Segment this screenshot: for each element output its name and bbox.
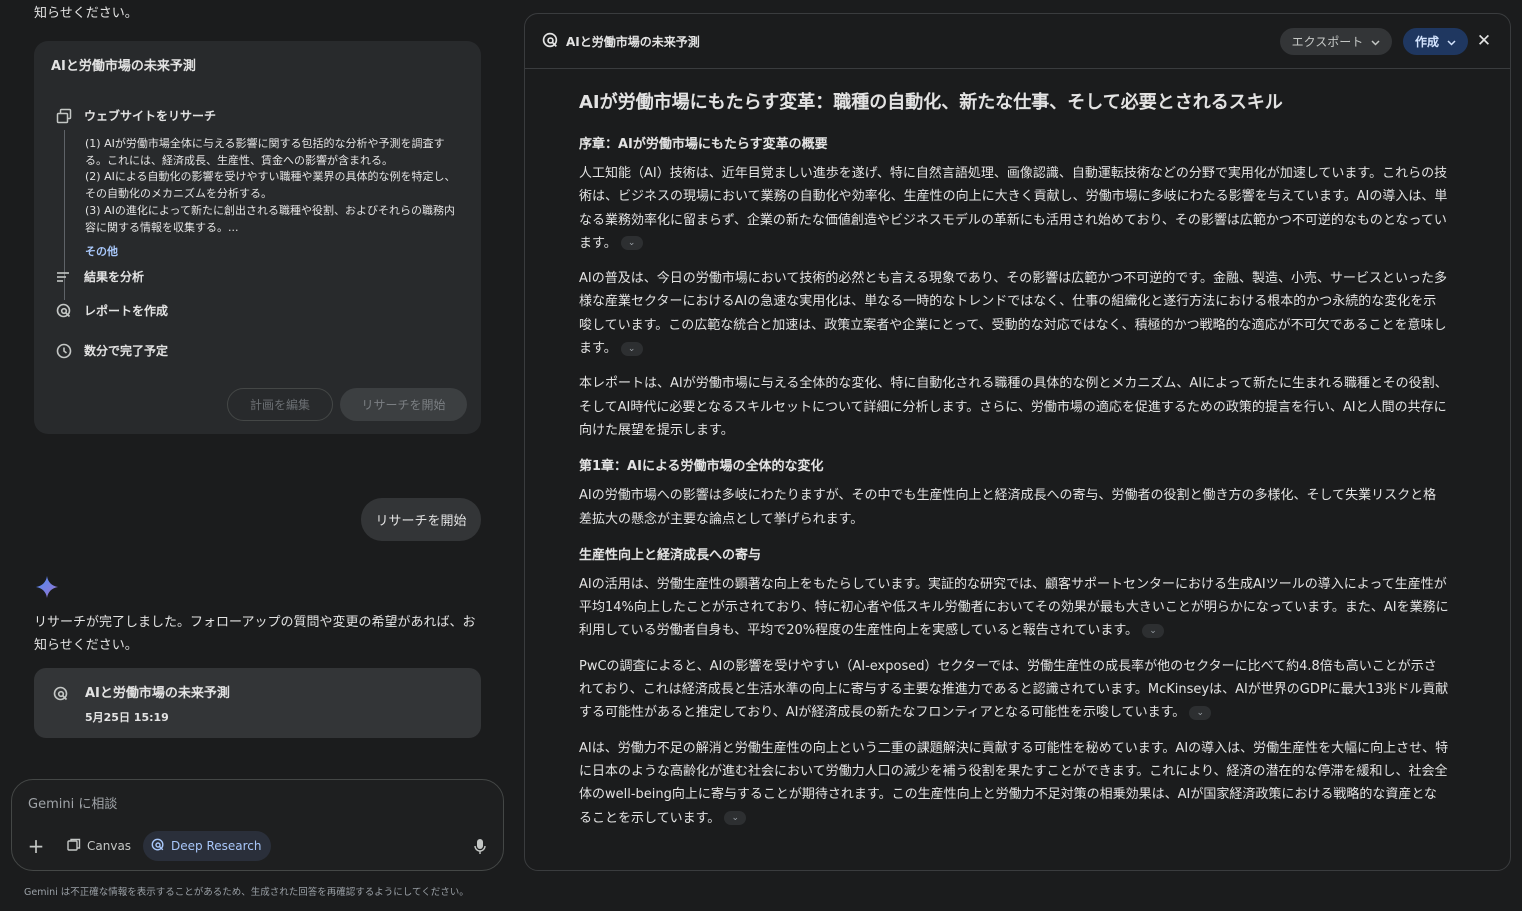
list-lines-icon (56, 269, 72, 285)
section-heading: 第1章：AIによる労働市場の全体的な変化 (579, 459, 824, 475)
report-panel: AIと労働市場の未来予測 エクスポート 作成 ✕ AIが労働市場にもたらす変革：… (524, 13, 1511, 871)
paragraph: AIの労働市場への影響は多岐にわたりますが、その中でも生産性向上と経済成長への寄… (579, 488, 1437, 527)
research-plan-card: AIと労働市場の未来予測 ウェブサイトをリサーチ (1) AIが労働市場全体に与… (34, 41, 481, 434)
step-eta-label: 数分で完了予定 (84, 344, 169, 358)
report-card-title: AIと労働市場の未来予測 (85, 686, 230, 701)
start-research-button[interactable]: リサーチを開始 (340, 388, 467, 421)
report-search-icon (542, 32, 559, 49)
user-message: リサーチを開始 (361, 498, 481, 541)
chevron-down-icon (1447, 35, 1456, 49)
step-analyze: 結果を分析 (56, 268, 144, 285)
microphone-icon[interactable] (472, 836, 488, 856)
assistant-message: リサーチが完了しました。フォローアップの質問や変更の希望があれば、お知らせくださ… (34, 615, 476, 653)
deep-research-label: Deep Research (171, 839, 262, 853)
paragraph: AIの普及は、今日の労働市場において技術的必然とも言える現象であり、その影響は広… (579, 271, 1447, 357)
report-document: AIが労働市場にもたらす変革：職種の自動化、新たな仕事、そして必要とされるスキル… (579, 90, 1449, 842)
gemini-sparkle-icon (36, 576, 58, 598)
export-button[interactable]: エクスポート (1280, 28, 1392, 55)
citation-expand-icon[interactable]: ⌄ (620, 341, 643, 356)
canvas-icon (67, 838, 81, 855)
report-heading: AIが労働市場にもたらす変革：職種の自動化、新たな仕事、そして必要とされるスキル (579, 92, 1283, 113)
paragraph: 本レポートは、AIが労働市場に与える全体的な変化、特に自動化される職種の具体的な… (579, 376, 1448, 438)
research-item: (1) AIが労働市場全体に与える影響に関する包括的な分析や予測を調査する。これ… (85, 137, 445, 167)
clock-icon (56, 343, 72, 359)
canvas-button[interactable]: Canvas (67, 831, 131, 861)
research-item: (3) AIの進化によって新たに創出される職種や役割、およびそれらの職務内容に関… (85, 203, 455, 234)
deep-research-button[interactable]: Deep Research (143, 831, 272, 861)
citation-expand-icon[interactable]: ⌄ (620, 236, 643, 251)
prompt-input[interactable] (28, 793, 468, 815)
edit-plan-button[interactable]: 計画を編集 (227, 388, 333, 421)
plan-title: AIと労働市場の未来予測 (51, 59, 196, 74)
section-heading: 序章：AIが労働市場にもたらす変革の概要 (579, 137, 828, 152)
report-card-date: 5月25日 15:19 (85, 711, 169, 724)
step-report-label: レポートを作成 (84, 304, 169, 318)
disclaimer: Gemini は不正確な情報を表示することがあるため、生成された回答を再確認する… (24, 887, 469, 898)
panel-title: AIと労働市場の未来予測 (566, 35, 700, 49)
subsection-heading: 生産性向上と経済成長への寄与 (579, 547, 762, 563)
deep-research-icon (151, 838, 165, 855)
canvas-label: Canvas (87, 839, 132, 853)
chevron-down-icon (1371, 35, 1380, 49)
close-icon[interactable]: ✕ (1475, 30, 1493, 52)
citation-expand-icon[interactable]: ⌄ (1189, 705, 1212, 720)
report-card[interactable]: AIと労働市場の未来予測 5月25日 15:19 (34, 668, 481, 738)
report-search-icon (53, 686, 69, 702)
prompt-box: + Canvas Deep Research (11, 779, 504, 871)
research-items: (1) AIが労働市場全体に与える影響に関する包括的な分析や予測を調査する。これ… (85, 136, 465, 236)
export-label: エクスポート (1291, 35, 1364, 49)
previous-message-tail: 知らせください。 (34, 6, 138, 21)
citation-expand-icon[interactable]: ⌄ (724, 811, 747, 826)
step-analyze-label: 結果を分析 (84, 270, 145, 284)
citation-expand-icon[interactable]: ⌄ (1142, 623, 1165, 638)
panel-header: AIと労働市場の未来予測 エクスポート 作成 ✕ (525, 14, 1510, 69)
step-research-label: ウェブサイトをリサーチ (84, 109, 217, 123)
show-more-link[interactable]: その他 (85, 243, 118, 259)
web-pages-icon (56, 108, 72, 124)
create-label: 作成 (1414, 35, 1439, 49)
step-report: レポートを作成 (56, 302, 168, 319)
paragraph: PwCの調査によると、AIの影響を受けやすい（AI-exposed）セクターでは… (579, 658, 1449, 721)
add-icon[interactable]: + (26, 836, 46, 856)
step-eta: 数分で完了予定 (56, 342, 168, 359)
chat-column: 知らせください。 AIと労働市場の未来予測 ウェブサイトをリサーチ (1) AI… (0, 0, 515, 911)
paragraph: AIの活用は、労働生産性の顕著な向上をもたらしています。実証的な研究では、顧客サ… (579, 576, 1449, 639)
report-search-icon (56, 303, 72, 319)
create-button[interactable]: 作成 (1403, 28, 1468, 55)
paragraph: AIは、労働力不足の解消と労働生産性の向上という二重の課題解決に貢献する可能性を… (579, 740, 1449, 826)
step-research: ウェブサイトをリサーチ (56, 107, 216, 124)
paragraph: 人工知能（AI）技術は、近年目覚ましい進歩を遂げ、特に自然言語処理、画像認識、自… (579, 166, 1448, 251)
research-item: (2) AIによる自動化の影響を受けやすい職種や業界の具体的な例を特定し、その自… (85, 170, 456, 201)
